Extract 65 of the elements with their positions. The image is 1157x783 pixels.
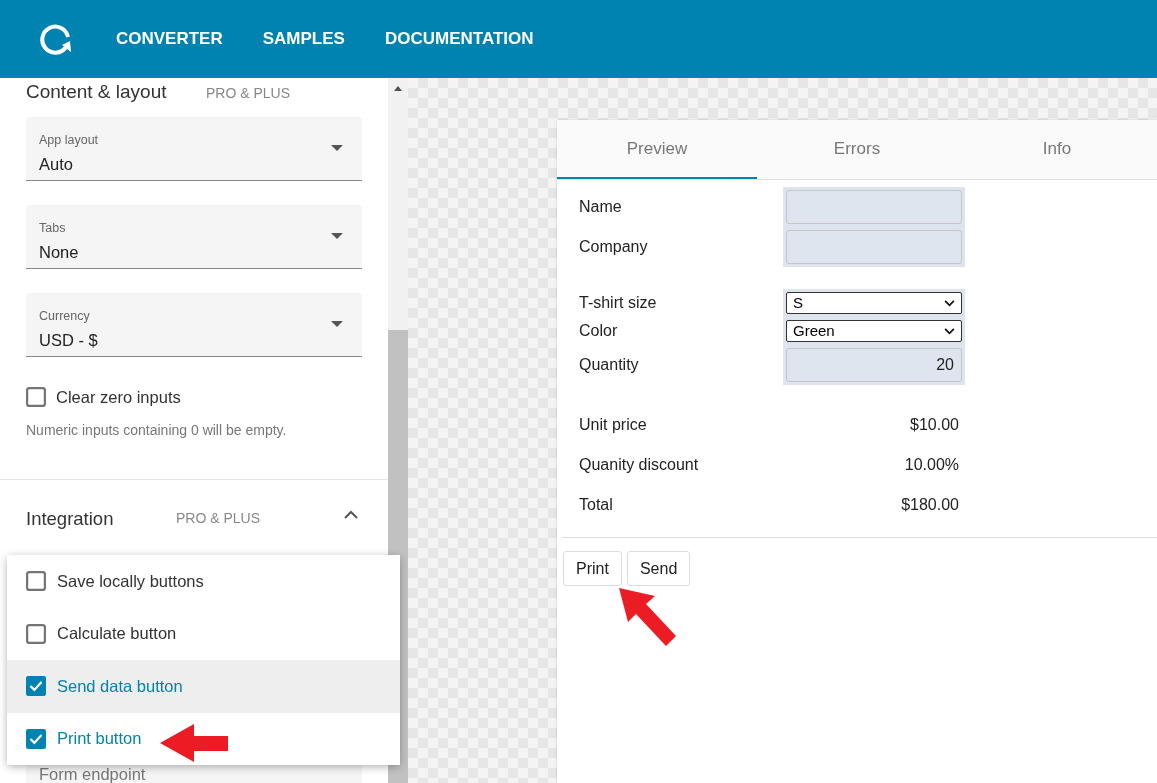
input-field[interactable]: 20 xyxy=(786,348,962,382)
section-header[interactable]: Integration PRO & PLUS xyxy=(26,479,362,558)
total-value: $180.00 xyxy=(901,495,959,515)
field-label: Quantity xyxy=(579,355,639,375)
field-value: None xyxy=(39,241,79,263)
total-value: 10.00% xyxy=(904,455,959,475)
field-value: USD - $ xyxy=(39,329,98,351)
field-label: Form endpoint xyxy=(39,763,147,783)
section-caption: PRO & PLUS xyxy=(206,84,291,103)
dropdown-caret-icon xyxy=(331,145,343,151)
pointer-arrow xyxy=(160,724,228,762)
field-label: Color xyxy=(579,321,618,341)
total-label: Quanity discount xyxy=(579,455,699,475)
menu-item[interactable]: Save locally buttons xyxy=(7,555,400,608)
section-title: Content & layout xyxy=(26,80,168,104)
select-field[interactable]: App layout Auto xyxy=(26,117,362,181)
menu-item-label: Save locally buttons xyxy=(57,570,204,592)
section-caption: PRO & PLUS xyxy=(176,509,261,529)
checkbox-label: Clear zero inputs xyxy=(56,387,181,408)
field-label: Tabs xyxy=(39,220,66,237)
form-button[interactable]: Print xyxy=(563,551,622,586)
tab[interactable]: Errors xyxy=(757,120,957,179)
helper-text: Numeric inputs containing 0 will be empty. xyxy=(26,420,288,440)
select-value: S xyxy=(793,292,803,313)
select-field[interactable]: S xyxy=(786,292,962,314)
field-label: Name xyxy=(579,197,622,217)
select-field[interactable]: Currency USD - $ xyxy=(26,293,362,357)
select-value: Green xyxy=(793,320,835,341)
dropdown-caret-icon xyxy=(331,321,343,327)
input-field[interactable] xyxy=(786,190,962,224)
total-label: Unit price xyxy=(579,415,647,435)
select-field[interactable]: Tabs None xyxy=(26,205,362,269)
tab[interactable]: Preview xyxy=(557,120,757,179)
field-label: Company xyxy=(579,237,648,257)
menu-item[interactable]: Send data button xyxy=(7,660,400,713)
checkbox[interactable] xyxy=(26,728,46,749)
checkbox[interactable] xyxy=(26,571,46,592)
field-label: Currency xyxy=(39,308,90,325)
checkbox[interactable] xyxy=(26,676,46,697)
nav-link[interactable]: DOCUMENTATION xyxy=(384,26,534,52)
field-label: App layout xyxy=(39,132,99,149)
input-field[interactable] xyxy=(786,230,962,264)
menu-item-label: Calculate button xyxy=(57,623,177,645)
select-field[interactable]: Green xyxy=(786,320,962,342)
checkbox[interactable] xyxy=(26,387,46,408)
dropdown-caret-icon xyxy=(331,233,343,239)
tab[interactable]: Info xyxy=(957,120,1157,179)
menu-item[interactable]: Calculate button xyxy=(7,607,400,660)
checkbox[interactable] xyxy=(26,623,46,644)
form-button[interactable]: Send xyxy=(626,551,691,586)
field-value: Auto xyxy=(39,153,73,175)
nav-link[interactable]: SAMPLES xyxy=(262,26,345,52)
chevron-up-icon[interactable] xyxy=(344,509,358,519)
menu-item-label: Print button xyxy=(57,728,142,750)
nav-link[interactable]: CONVERTER xyxy=(116,26,223,52)
menu-item-label: Send data button xyxy=(57,675,183,697)
total-label: Total xyxy=(579,495,613,515)
logo-icon[interactable] xyxy=(40,23,72,55)
chevron-down-icon xyxy=(944,327,955,335)
menu-item[interactable]: Print button xyxy=(7,712,400,765)
chevron-down-icon xyxy=(944,299,955,307)
pointer-arrow xyxy=(619,588,677,648)
field-label: T-shirt size xyxy=(579,293,657,313)
section-title: Integration xyxy=(26,506,115,531)
total-value: $10.00 xyxy=(910,415,959,435)
